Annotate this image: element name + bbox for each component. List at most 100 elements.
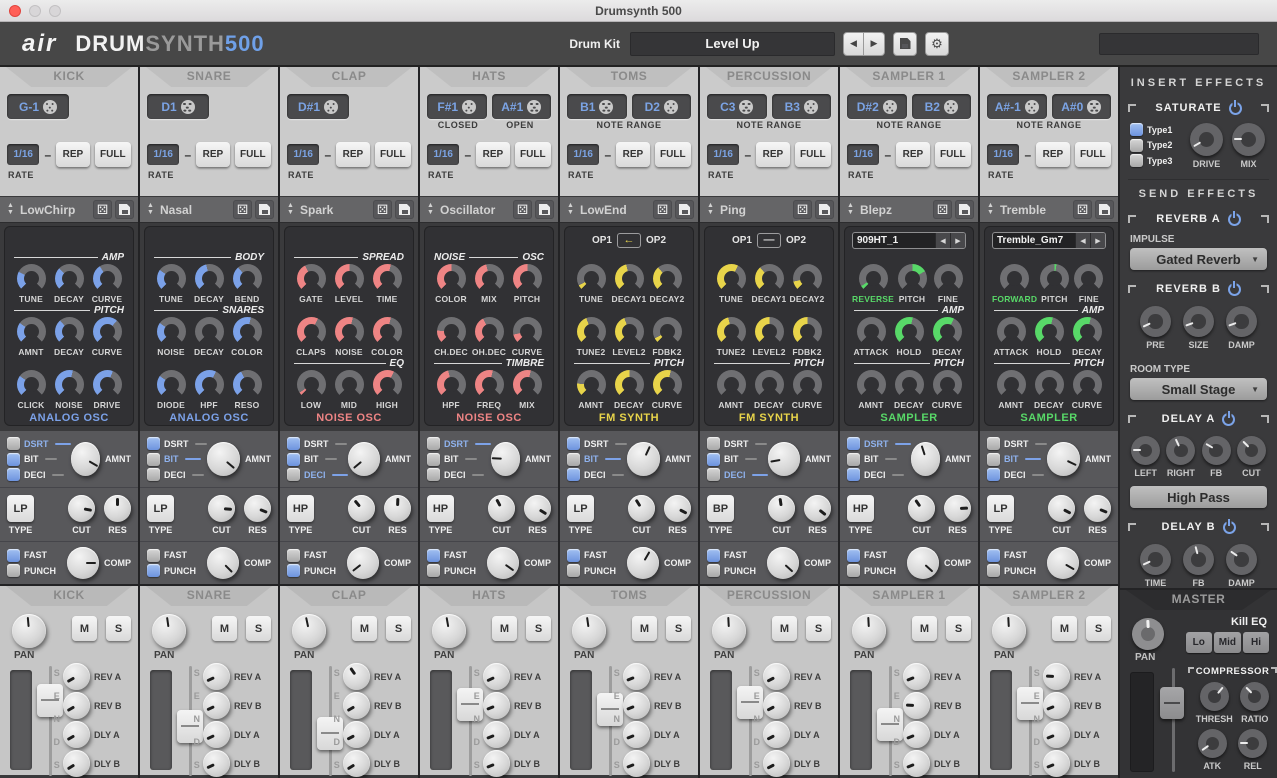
send-knob-rev-b[interactable] bbox=[1043, 692, 1070, 719]
bit-toggle[interactable] bbox=[567, 453, 580, 466]
preset-stepper[interactable]: ▲▼ bbox=[4, 203, 17, 217]
filter-type-button[interactable]: HP bbox=[427, 495, 454, 522]
send-knob-rev-a[interactable] bbox=[203, 663, 230, 690]
dsrt-toggle[interactable] bbox=[707, 437, 720, 450]
randomize-button[interactable]: ⚄ bbox=[933, 200, 952, 219]
knob-tune[interactable] bbox=[577, 264, 606, 293]
preset-name[interactable]: LowEnd bbox=[577, 203, 650, 217]
punch-toggle[interactable] bbox=[567, 564, 580, 577]
deci-toggle[interactable] bbox=[7, 468, 20, 481]
full-button[interactable]: FULL bbox=[795, 142, 831, 167]
deci-toggle[interactable] bbox=[567, 468, 580, 481]
knob-decay2[interactable] bbox=[793, 264, 822, 293]
preset-name[interactable]: Oscillator bbox=[437, 203, 510, 217]
punch-toggle[interactable] bbox=[287, 564, 300, 577]
note-button[interactable]: G-1 bbox=[7, 94, 69, 119]
preset-name[interactable]: LowChirp bbox=[17, 203, 90, 217]
note-button[interactable]: B1 bbox=[567, 94, 627, 119]
master-fader[interactable] bbox=[1160, 666, 1186, 774]
op-route-button[interactable]: ← bbox=[617, 233, 641, 248]
preset-name[interactable]: Tremble bbox=[997, 203, 1070, 217]
send-knob-rev-b[interactable] bbox=[483, 692, 510, 719]
send-knob-rev-b[interactable] bbox=[343, 692, 370, 719]
send-knob-rev-b[interactable] bbox=[763, 692, 790, 719]
send-knob-rev-a[interactable] bbox=[623, 663, 650, 690]
knob-pre[interactable] bbox=[1140, 306, 1171, 337]
deci-toggle[interactable] bbox=[707, 468, 720, 481]
knob-decay1[interactable] bbox=[615, 264, 644, 293]
rate-value[interactable]: 1/16 bbox=[707, 144, 739, 165]
send-knob-rev-b[interactable] bbox=[203, 692, 230, 719]
knob-pitch[interactable] bbox=[513, 264, 542, 293]
knob-high[interactable] bbox=[373, 370, 402, 399]
send-knob-dly-a[interactable] bbox=[483, 721, 510, 748]
knob-noise[interactable] bbox=[55, 370, 84, 399]
knob-bend[interactable] bbox=[233, 264, 262, 293]
cutoff-knob[interactable] bbox=[348, 495, 375, 522]
preset-stepper[interactable]: ▲▼ bbox=[844, 203, 857, 217]
send-knob-rev-a[interactable] bbox=[483, 663, 510, 690]
solo-button[interactable]: S bbox=[806, 616, 831, 641]
knob-tune[interactable] bbox=[157, 264, 186, 293]
cutoff-knob[interactable] bbox=[488, 495, 515, 522]
fast-toggle[interactable] bbox=[847, 549, 860, 562]
rep-button[interactable]: REP bbox=[336, 142, 369, 167]
full-button[interactable]: FULL bbox=[375, 142, 411, 167]
deci-toggle[interactable] bbox=[847, 468, 860, 481]
preset-name[interactable]: Ping bbox=[717, 203, 790, 217]
knob-fb[interactable] bbox=[1202, 436, 1231, 465]
mute-button[interactable]: M bbox=[352, 616, 377, 641]
filter-type-button[interactable]: LP bbox=[567, 495, 594, 522]
comp-knob[interactable] bbox=[67, 547, 99, 579]
master-pan-knob[interactable] bbox=[1132, 618, 1164, 650]
knob-fdbk2[interactable] bbox=[793, 317, 822, 346]
knob-decay[interactable] bbox=[615, 370, 644, 399]
punch-toggle[interactable] bbox=[427, 564, 440, 577]
deci-toggle[interactable] bbox=[987, 468, 1000, 481]
power-icon[interactable] bbox=[1228, 283, 1241, 296]
kill-eq-button-hi[interactable]: Hi bbox=[1243, 632, 1269, 653]
send-knob-dly-a[interactable] bbox=[1043, 721, 1070, 748]
knob-decay1[interactable] bbox=[755, 264, 784, 293]
prev-sample-button[interactable]: ◀ bbox=[935, 233, 950, 248]
sample-selector[interactable]: 909HT_1◀▶ bbox=[852, 232, 966, 249]
prev-sample-button[interactable]: ◀ bbox=[1075, 233, 1090, 248]
knob-curve[interactable] bbox=[933, 370, 962, 399]
randomize-button[interactable]: ⚄ bbox=[653, 200, 672, 219]
mute-button[interactable]: M bbox=[1052, 616, 1077, 641]
send-knob-dly-a[interactable] bbox=[343, 721, 370, 748]
save-preset-button[interactable] bbox=[815, 200, 834, 219]
send-knob-rev-b[interactable] bbox=[903, 692, 930, 719]
note-button[interactable]: A#-1 bbox=[987, 94, 1047, 119]
punch-toggle[interactable] bbox=[707, 564, 720, 577]
mute-button[interactable]: M bbox=[72, 616, 97, 641]
knob-decay2[interactable] bbox=[653, 264, 682, 293]
deci-toggle[interactable] bbox=[287, 468, 300, 481]
knob-level2[interactable] bbox=[755, 317, 784, 346]
full-button[interactable]: FULL bbox=[935, 142, 971, 167]
type-toggle[interactable] bbox=[1130, 154, 1143, 167]
filter-type-button[interactable]: HP bbox=[847, 495, 874, 522]
amount-knob[interactable] bbox=[768, 442, 800, 476]
rep-button[interactable]: REP bbox=[196, 142, 229, 167]
bit-toggle[interactable] bbox=[427, 453, 440, 466]
mute-button[interactable]: M bbox=[912, 616, 937, 641]
rep-button[interactable]: REP bbox=[1036, 142, 1069, 167]
filter-type-button[interactable]: LP bbox=[7, 495, 34, 522]
fast-toggle[interactable] bbox=[707, 549, 720, 562]
knob-decay[interactable] bbox=[1035, 370, 1064, 399]
knob-decay[interactable] bbox=[195, 264, 224, 293]
save-preset-button[interactable] bbox=[1095, 200, 1114, 219]
knob-reso[interactable] bbox=[233, 370, 262, 399]
fast-toggle[interactable] bbox=[147, 549, 160, 562]
save-preset-button[interactable] bbox=[955, 200, 974, 219]
filter-type-button[interactable]: LP bbox=[987, 495, 1014, 522]
knob-attack[interactable] bbox=[997, 317, 1026, 346]
resonance-knob[interactable] bbox=[1084, 495, 1111, 522]
resonance-knob[interactable] bbox=[384, 495, 411, 522]
knob-amnt[interactable] bbox=[717, 370, 746, 399]
knob-attack[interactable] bbox=[857, 317, 886, 346]
punch-toggle[interactable] bbox=[7, 564, 20, 577]
knob-time[interactable] bbox=[373, 264, 402, 293]
pan-knob[interactable] bbox=[852, 614, 886, 648]
